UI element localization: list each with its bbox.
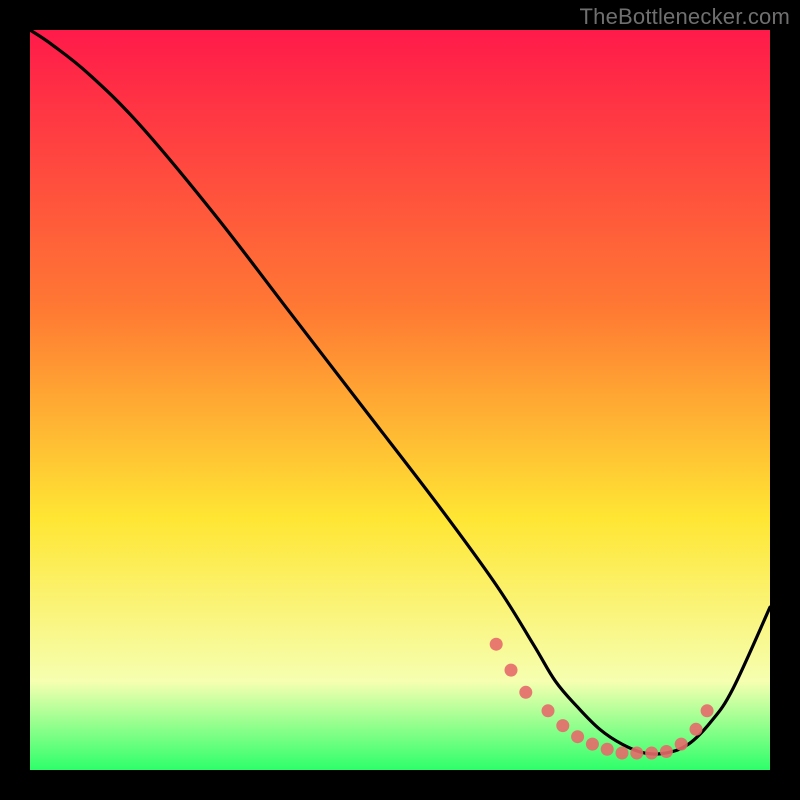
data-marker (645, 746, 658, 759)
data-marker (519, 686, 532, 699)
data-marker (490, 638, 503, 651)
data-marker (660, 745, 673, 758)
chart-frame: TheBottlenecker.com (0, 0, 800, 800)
data-marker (690, 723, 703, 736)
data-marker (616, 746, 629, 759)
data-marker (601, 743, 614, 756)
data-marker (586, 738, 599, 751)
data-marker (701, 704, 714, 717)
plot-container (30, 30, 770, 770)
plot-svg (30, 30, 770, 770)
gradient-bg (30, 30, 770, 770)
watermark-label: TheBottlenecker.com (580, 4, 790, 30)
data-marker (542, 704, 555, 717)
data-marker (505, 664, 518, 677)
data-marker (556, 719, 569, 732)
data-marker (571, 730, 584, 743)
data-marker (630, 746, 643, 759)
data-marker (675, 738, 688, 751)
